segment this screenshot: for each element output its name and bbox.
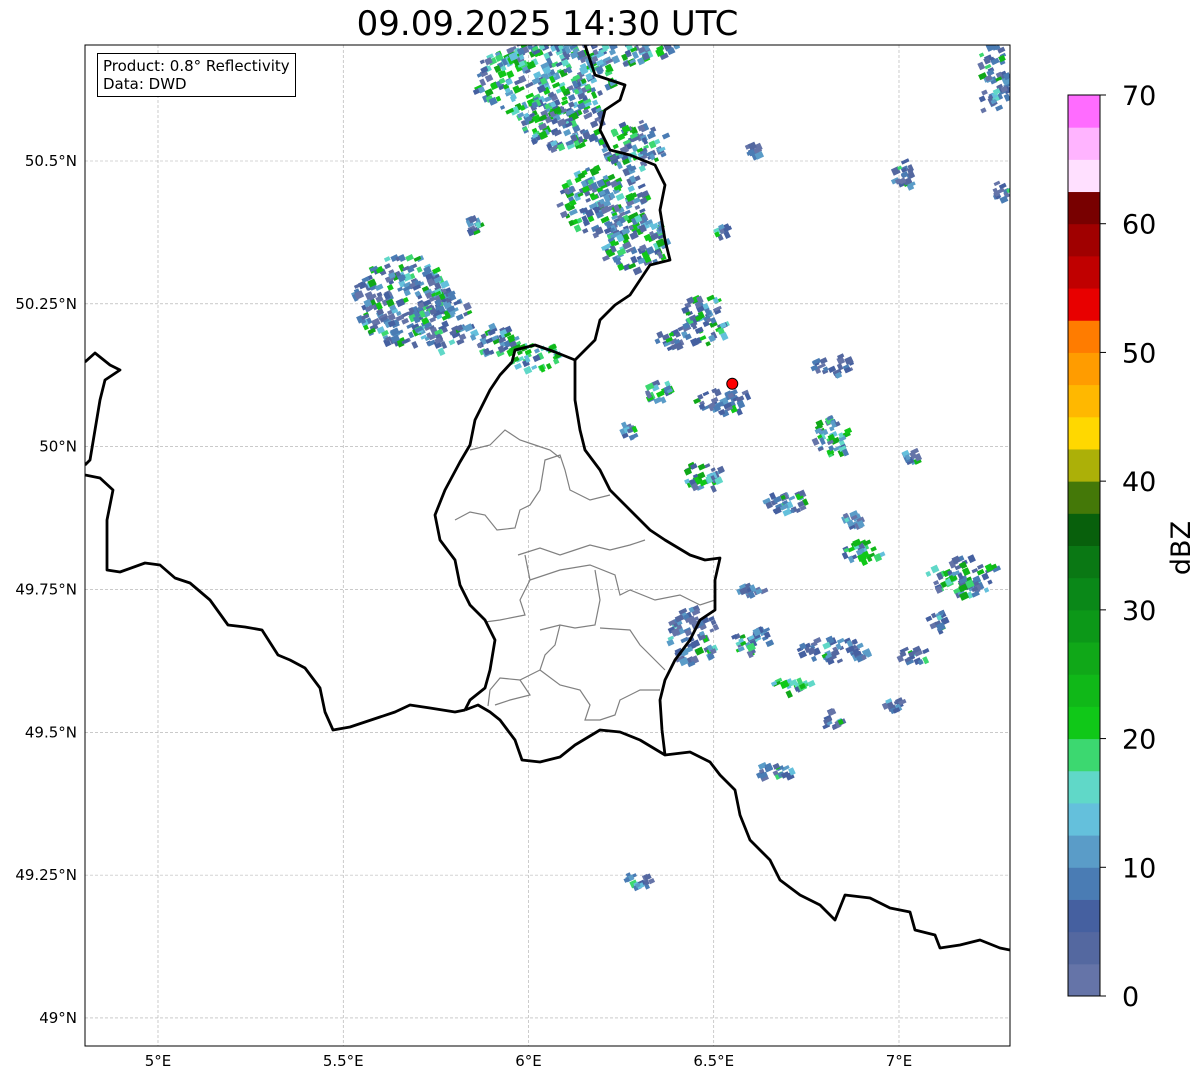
radar-echo-cell: [608, 34, 614, 41]
lat-tick-label: 49°N: [39, 1009, 77, 1027]
colorbar-ticks: 0 10 20 30 40 50 60 70: [1100, 81, 1156, 1013]
colorbar-bin: [1068, 255, 1100, 289]
radar-echo-cell: [639, 34, 647, 40]
location-marker: [726, 377, 739, 390]
colorbar-tick-label: 60: [1122, 210, 1156, 241]
lon-tick-label: 6°E: [515, 1052, 542, 1070]
colorbar-bin: [1068, 963, 1100, 997]
lat-tick-label: 50°N: [39, 438, 77, 456]
radar-echo-cell: [641, 37, 648, 45]
map-canvas: 5°E 5.5°E 6°E 6.5°E 7°E 49°N 49.25°N 49.5°N 49.…: [15, 34, 1197, 1070]
radar-echo-cell: [591, 37, 598, 43]
info-box: Product: 0.8° Reflectivity Data: DWD: [97, 53, 296, 97]
colorbar-bin: [1068, 738, 1100, 772]
lon-tick-label: 7°E: [886, 1052, 913, 1070]
colorbar-bin: [1068, 320, 1100, 353]
lon-tick-label: 5.5°E: [323, 1052, 364, 1070]
radar-echo-cell: [987, 39, 994, 44]
longitude-ticks: 5°E 5.5°E 6°E 6.5°E 7°E: [145, 1052, 913, 1070]
colorbar-bin: [1068, 127, 1100, 160]
radar-echo-cell: [644, 36, 652, 44]
colorbar-tick-label: 50: [1122, 338, 1156, 369]
radar-figure: 09.09.2025 14:30 UTC 5°E 5.5°E 6°E 6.5°E…: [0, 0, 1202, 1081]
colorbar-bin: [1068, 706, 1100, 740]
colorbar-bin: [1068, 770, 1100, 804]
latitude-ticks: 49°N 49.25°N 49.5°N 49.75°N 50°N 50.25°N 50.5°…: [15, 152, 77, 1027]
radar-echo-cell: [1009, 189, 1010, 199]
lon-tick-label: 5°E: [145, 1052, 172, 1070]
lat-tick-label: 49.25°N: [15, 866, 77, 884]
colorbar-bin: [1068, 642, 1100, 675]
colorbar-bin: [1068, 545, 1100, 579]
colorbar-bin: [1068, 899, 1100, 933]
colorbar-tick-label: 30: [1122, 596, 1156, 627]
colorbar-bin: [1068, 191, 1100, 225]
map-background: [85, 45, 1010, 1046]
colorbar-bin: [1068, 577, 1100, 611]
radar-echo-cell: [625, 38, 630, 43]
colorbar-bin: [1068, 288, 1100, 321]
radar-echo-cell: [593, 39, 599, 45]
lon-tick-label: 6.5°E: [693, 1052, 734, 1070]
colorbar-bin: [1068, 802, 1100, 836]
radar-echo-cell: [583, 38, 589, 44]
colorbar: [1067, 94, 1101, 997]
colorbar-bin: [1068, 674, 1100, 707]
radar-echo-cell: [583, 38, 590, 44]
radar-echo-cell: [636, 36, 644, 44]
radar-echo-cell: [640, 34, 648, 43]
colorbar-bin: [1068, 931, 1100, 965]
colorbar-bin: [1068, 223, 1100, 257]
colorbar-tick-label: 0: [1122, 982, 1139, 1013]
colorbar-label: dBZ: [1166, 521, 1197, 575]
radar-echo-cell: [590, 37, 597, 43]
colorbar-bin: [1068, 481, 1100, 514]
colorbar-bin: [1068, 609, 1100, 643]
radar-echo-cell: [652, 36, 660, 44]
radar-echo-cell: [611, 38, 618, 44]
colorbar-bin: [1068, 448, 1100, 482]
colorbar-tick-label: 20: [1122, 725, 1156, 756]
data-source-label: Data: DWD: [103, 75, 187, 93]
colorbar-bin: [1068, 835, 1100, 868]
radar-echo-cell: [580, 37, 588, 44]
radar-echo-cell: [646, 37, 655, 44]
colorbar-bin: [1068, 352, 1100, 386]
colorbar-bin: [1068, 867, 1100, 900]
colorbar-bin: [1068, 513, 1100, 546]
lat-tick-label: 50.5°N: [25, 152, 77, 170]
product-label: Product: 0.8° Reflectivity: [103, 57, 290, 75]
colorbar-tick-label: 40: [1122, 467, 1156, 498]
colorbar-tick-label: 70: [1122, 81, 1156, 112]
colorbar-tick-label: 10: [1122, 853, 1156, 884]
colorbar-bin: [1068, 416, 1100, 450]
lat-tick-label: 50.25°N: [15, 295, 77, 313]
lat-tick-label: 49.5°N: [25, 723, 77, 741]
colorbar-bin: [1068, 159, 1100, 193]
colorbar-bin: [1068, 384, 1100, 418]
lat-tick-label: 49.75°N: [15, 580, 77, 598]
colorbar-bin: [1068, 95, 1100, 128]
